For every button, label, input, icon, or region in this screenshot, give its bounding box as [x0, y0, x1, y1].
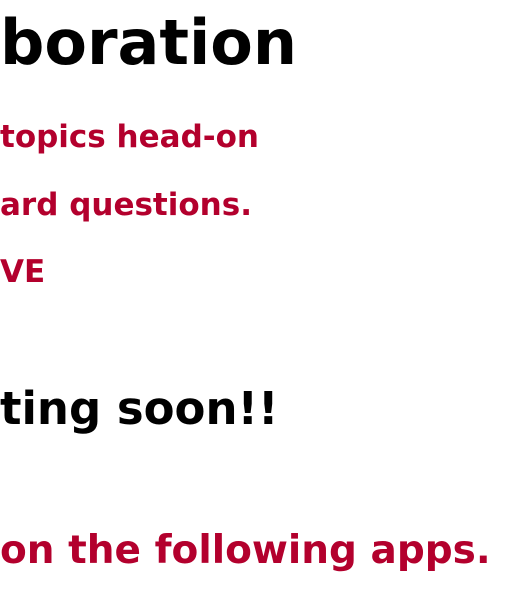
description-line-2: ard questions.	[0, 187, 252, 223]
apps-heading: on the following apps.	[0, 528, 491, 573]
description-line-1: topics head-on	[0, 119, 259, 155]
coming-soon-heading: ting soon!!	[0, 382, 279, 435]
page-title: boration	[0, 6, 298, 79]
description-line-3: VE	[0, 254, 46, 290]
page-content: boration topics head-on ard questions. V…	[0, 0, 522, 615]
